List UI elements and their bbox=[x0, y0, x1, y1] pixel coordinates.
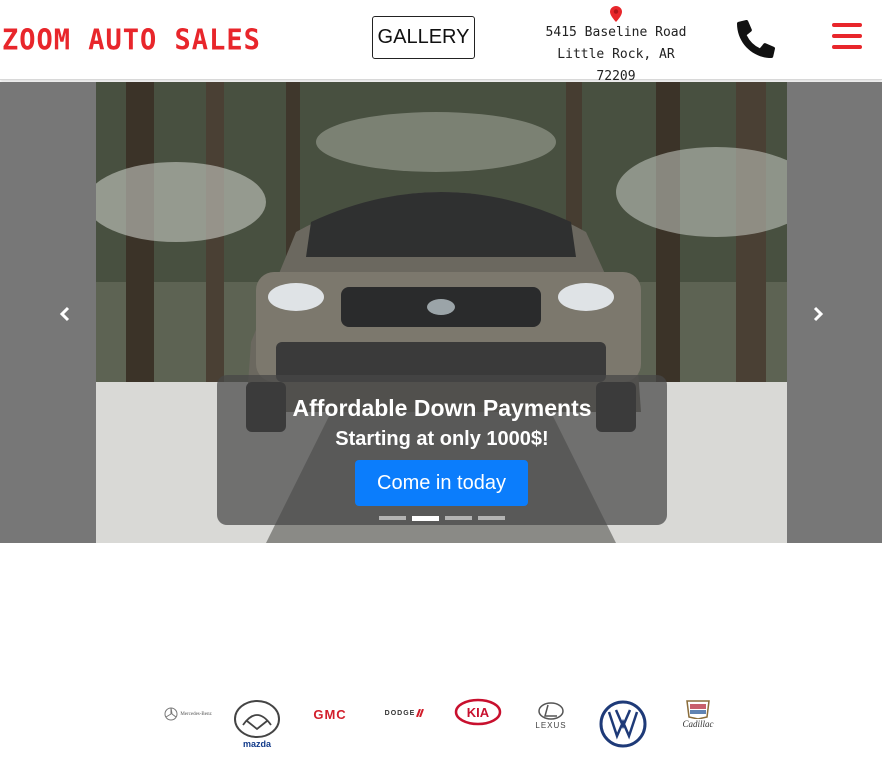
come-in-today-button[interactable]: Come in today bbox=[355, 460, 528, 506]
menu-bar-middle bbox=[832, 34, 862, 38]
lexus-logo[interactable]: LEXUS bbox=[526, 698, 576, 732]
caption-subtitle: Starting at only 1000$! bbox=[335, 428, 549, 450]
map-pin-icon bbox=[536, 6, 696, 22]
carousel-caption: Affordable Down Payments Starting at onl… bbox=[217, 375, 667, 525]
hamburger-menu-icon[interactable] bbox=[832, 23, 862, 51]
dodge-logo[interactable]: DODGE bbox=[380, 706, 430, 720]
site-logo[interactable]: ZOOM AUTO SALES bbox=[2, 24, 261, 56]
volkswagen-logo[interactable] bbox=[598, 699, 648, 749]
carousel-prev-arrow-icon[interactable] bbox=[55, 304, 75, 324]
cadillac-logo[interactable]: Cadillac bbox=[672, 696, 724, 732]
mazda-logo[interactable]: mazda bbox=[232, 696, 282, 752]
gmc-logo[interactable]: GMC bbox=[306, 704, 354, 724]
dealer-address[interactable]: 5415 Baseline Road Little Rock, AR 72209 bbox=[536, 6, 696, 88]
carousel-indicator-3[interactable] bbox=[445, 516, 472, 520]
carousel-indicator-1[interactable] bbox=[379, 516, 406, 520]
logo-text: ZOOM AUTO SALES bbox=[2, 23, 261, 57]
address-line-1: 5415 Baseline Road bbox=[545, 25, 687, 40]
caption-title: Affordable Down Payments bbox=[292, 395, 592, 421]
kia-logo[interactable]: KIA bbox=[454, 698, 502, 726]
carousel-indicators bbox=[379, 516, 505, 521]
brand-logos-row: Mercedes-Benz mazda GMC DODGE KIA LEXUS … bbox=[150, 696, 730, 752]
hero-carousel: Affordable Down Payments Starting at onl… bbox=[0, 82, 882, 543]
gallery-button[interactable]: GALLERY bbox=[372, 16, 475, 59]
menu-bar-top bbox=[832, 23, 862, 27]
carousel-next-arrow-icon[interactable] bbox=[808, 304, 828, 324]
site-header: ZOOM AUTO SALES GALLERY 5415 Baseline Ro… bbox=[0, 0, 882, 84]
phone-icon[interactable] bbox=[737, 20, 775, 58]
carousel-indicator-2[interactable] bbox=[412, 516, 439, 521]
menu-bar-bottom bbox=[832, 45, 862, 49]
mercedes-benz-logo[interactable]: Mercedes-Benz bbox=[158, 704, 218, 724]
carousel-indicator-4[interactable] bbox=[478, 516, 505, 520]
